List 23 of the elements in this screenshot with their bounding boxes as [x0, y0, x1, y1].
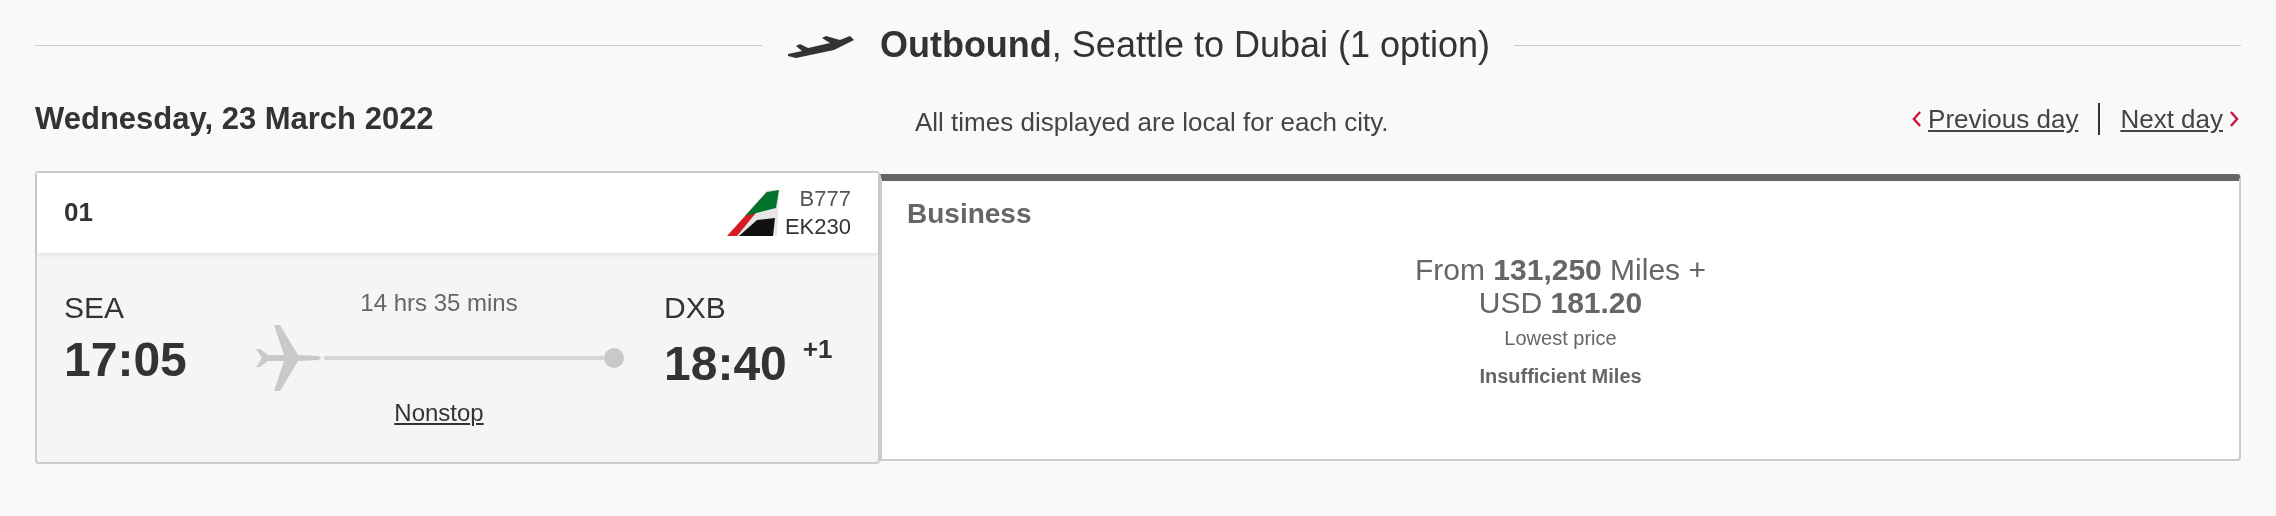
option-number: 01	[64, 196, 93, 229]
airplane-icon	[254, 322, 324, 393]
timezone-note: All times displayed are local for each city.	[915, 105, 1389, 139]
departure-time: 17:05	[64, 331, 188, 388]
fare-price: USD 181.20	[1478, 285, 1643, 319]
price-note: Lowest price	[1504, 325, 1617, 351]
miles-status: Insufficient Miles	[1479, 363, 1642, 389]
flight-duration: 14 hrs 35 mins	[360, 287, 518, 318]
cabin-class: Business	[907, 196, 1033, 231]
section-heading: Outbound, Seattle to Dubai (1 option)	[879, 23, 1491, 67]
aircraft-type: B777	[799, 185, 851, 213]
nonstop-link[interactable]: Nonstop	[394, 394, 484, 431]
previous-day-link[interactable]: Previous day	[1910, 99, 2079, 139]
flight-number: EK230	[784, 212, 851, 240]
date-heading: Wednesday, 23 March 2022	[35, 101, 434, 136]
origin-code: SEA	[64, 289, 126, 326]
next-day-link[interactable]: Next day	[2120, 99, 2241, 139]
arrival-time: 18:40	[664, 335, 787, 392]
destination-code: DXB	[664, 289, 727, 326]
next-day-indicator: +1	[802, 332, 833, 366]
airline-tail-icon	[726, 189, 779, 236]
fare-price: From 131,250 Miles +	[1415, 252, 1706, 286]
fare-panel[interactable]: Business From 131,250 Miles + USD 181.20 Lowest price Insufficient Miles	[880, 173, 2241, 461]
